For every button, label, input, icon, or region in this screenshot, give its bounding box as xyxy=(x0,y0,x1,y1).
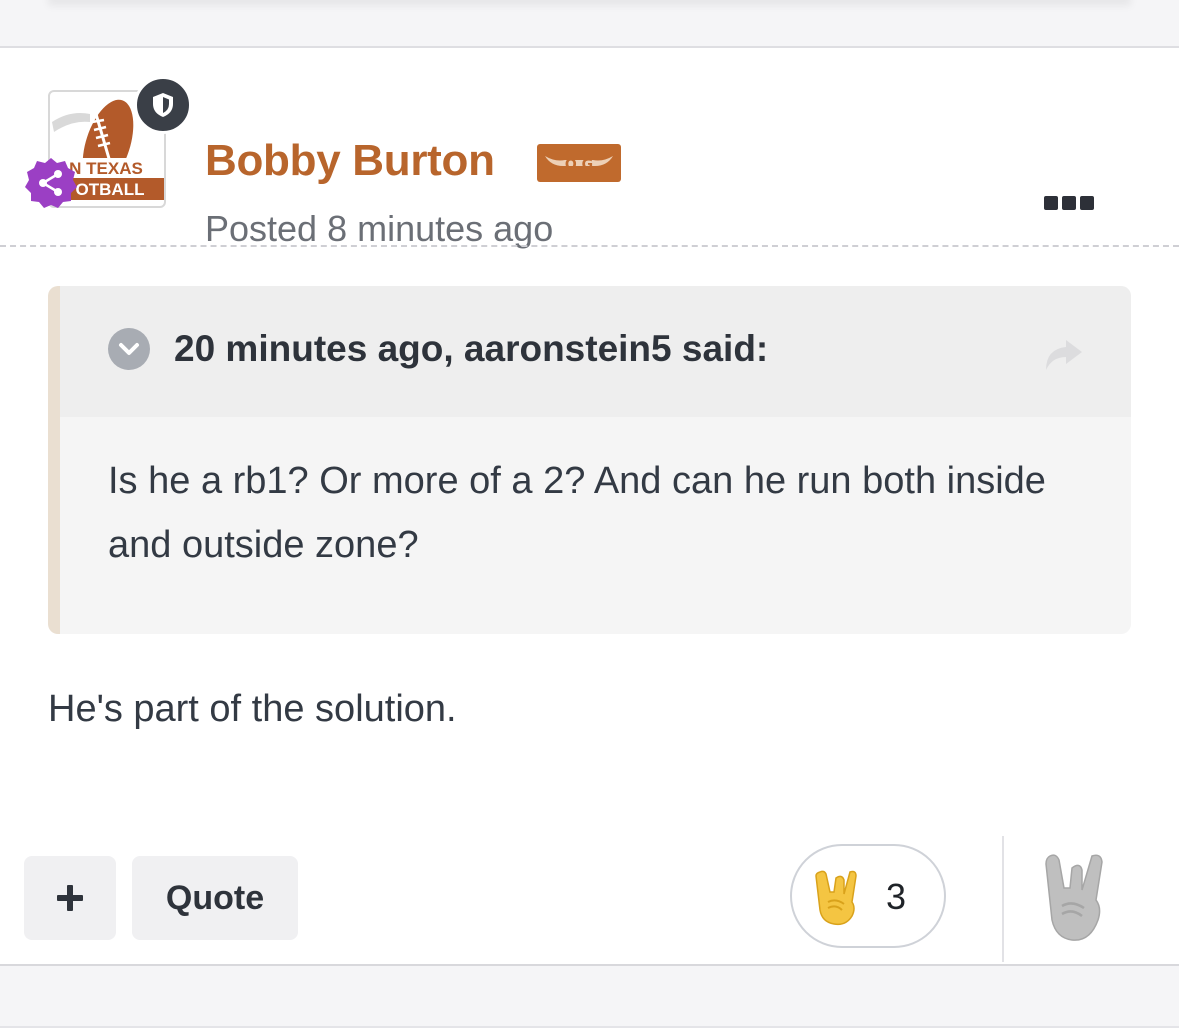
quoted-post: 20 minutes ago, aaronstein5 said: Is he … xyxy=(48,286,1131,634)
post-card: N TEXAS OTBALL Bobby Burton O G Posted 8… xyxy=(0,48,1179,966)
reaction-separator xyxy=(1002,836,1004,962)
svg-text:O G: O G xyxy=(565,157,593,173)
post-body: He's part of the solution. xyxy=(48,688,457,730)
quote-citation: 20 minutes ago, aaronstein5 said: xyxy=(174,328,769,369)
og-badge: O G xyxy=(537,144,621,182)
longhorn-icon: O G xyxy=(545,156,613,173)
svg-text:N TEXAS: N TEXAS xyxy=(69,159,143,178)
more-options-icon[interactable] xyxy=(1044,196,1096,214)
posted-time[interactable]: Posted 8 minutes ago xyxy=(205,208,553,250)
author-avatar-group[interactable]: N TEXAS OTBALL xyxy=(25,76,192,208)
plus-icon xyxy=(57,885,83,911)
chevron-down-icon[interactable] xyxy=(108,328,150,370)
quote-button[interactable]: Quote xyxy=(132,856,298,940)
shield-icon xyxy=(153,93,173,117)
header-separator xyxy=(0,245,1179,247)
go-to-quote-arrow-icon[interactable] xyxy=(1042,336,1084,374)
react-button-icon[interactable] xyxy=(1044,852,1108,944)
quote-header: 20 minutes ago, aaronstein5 said: xyxy=(60,286,1131,417)
multiquote-button[interactable] xyxy=(24,856,116,940)
share-badge-icon xyxy=(25,158,77,208)
quote-body: Is he a rb1? Or more of a 2? And can he … xyxy=(108,460,1046,566)
author-name[interactable]: Bobby Burton xyxy=(205,136,495,186)
reaction-summary[interactable]: 3 xyxy=(790,844,946,948)
hook-em-hand-icon xyxy=(815,870,857,926)
reaction-count: 3 xyxy=(886,876,907,917)
svg-text:OTBALL: OTBALL xyxy=(76,180,145,199)
moderator-shield-badge xyxy=(134,76,192,134)
